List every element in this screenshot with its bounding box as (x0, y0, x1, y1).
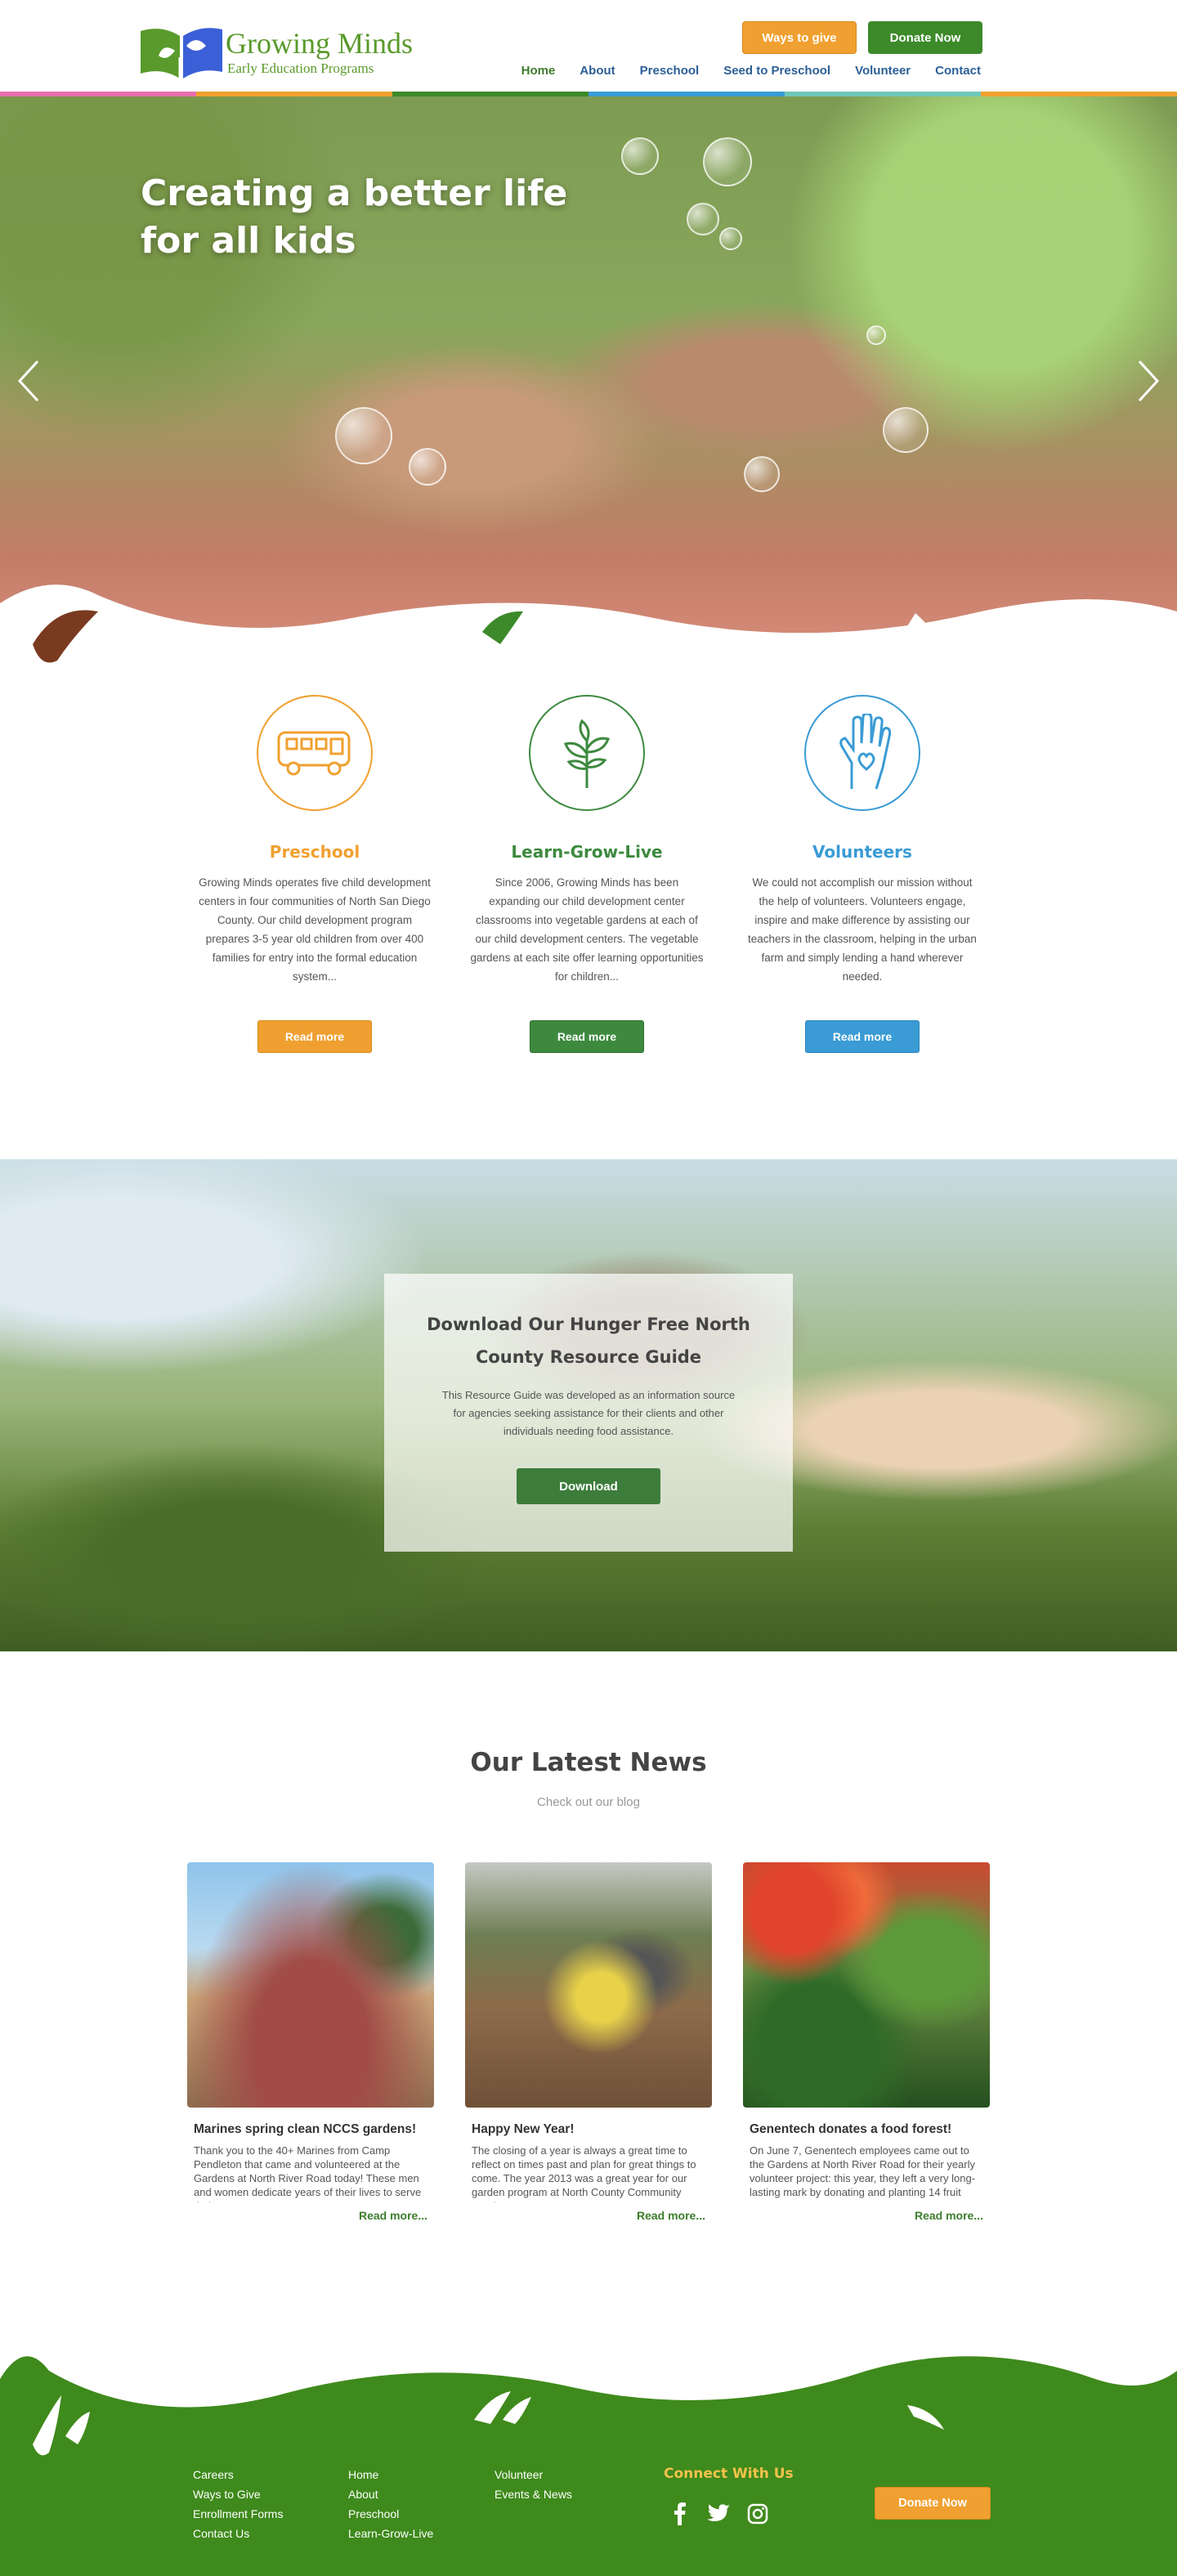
news-excerpt: On June 7, Genentech employees came out … (750, 2144, 976, 2202)
feature-title: Volunteers (812, 842, 912, 862)
feature-description: Since 2006, Growing Minds has been expan… (470, 876, 704, 983)
resource-guide-title: Download Our Hunger Free North County Re… (427, 1315, 750, 1367)
news-headline[interactable]: Genentech donates a food forest! (743, 2122, 990, 2137)
slider-prev-button[interactable] (13, 356, 46, 405)
bubble-decoration (335, 407, 392, 464)
site-logo[interactable]: Growing Minds Early Education Programs (139, 25, 413, 82)
site-footer (0, 2338, 1177, 2576)
footer-links-col-2: Home About Preschool Learn-Grow-Live (348, 2467, 433, 2541)
nav-item-home[interactable]: Home (521, 64, 556, 78)
bubble-decoration (866, 325, 886, 345)
footer-link-ways-to-give[interactable]: Ways to Give (193, 2487, 283, 2502)
main-nav: Home About Preschool Seed to Preschool V… (521, 64, 981, 78)
logo-tagline: Early Education Programs (227, 60, 374, 76)
news-section-subtitle: Check out our blog (537, 1795, 640, 1809)
learn-grow-live-read-more-button[interactable]: Read more (530, 1020, 644, 1053)
footer-donate-now-button[interactable]: Donate Now (875, 2487, 991, 2520)
footer-background (0, 2356, 1177, 2576)
footer-link-learn-grow-live[interactable]: Learn-Grow-Live (348, 2526, 433, 2541)
chevron-left-icon (17, 360, 39, 402)
bubble-decoration (703, 137, 752, 186)
news-read-more-link[interactable]: Read more... (187, 2209, 434, 2222)
news-excerpt: Thank you to the 40+ Marines from Camp P… (194, 2144, 422, 2202)
bubble-decoration (409, 448, 446, 486)
hand-heart-icon (839, 714, 891, 790)
feature-icon-circle (257, 695, 373, 811)
footer-link-enrollment-forms[interactable]: Enrollment Forms (193, 2507, 283, 2521)
plant-icon (564, 719, 610, 788)
news-card: Marines spring clean NCCS gardens! Thank… (187, 1862, 434, 2222)
resource-guide-banner: Download Our Hunger Free North County Re… (0, 1159, 1177, 1651)
news-read-more-link[interactable]: Read more... (743, 2209, 990, 2222)
news-image-genentech[interactable] (743, 1862, 990, 2108)
hero-wave-divider (0, 585, 1177, 669)
bubble-decoration (744, 456, 780, 492)
nav-item-volunteer[interactable]: Volunteer (855, 64, 911, 78)
footer-links-col-3: Volunteer Events & News (495, 2467, 572, 2502)
social-links (667, 2502, 770, 2526)
resource-guide-box: Download Our Hunger Free North County Re… (384, 1274, 793, 1552)
school-bus-icon (277, 731, 351, 776)
footer-link-volunteer[interactable]: Volunteer (495, 2467, 572, 2482)
site-header: Growing Minds Early Education Programs W… (0, 0, 1177, 96)
feature-title: Learn-Grow-Live (511, 842, 663, 862)
news-image-new-year[interactable] (465, 1862, 712, 2108)
news-section-title: Our Latest News (470, 1748, 707, 1777)
feature-volunteers: Volunteers We could not accomplish our m… (736, 695, 989, 1053)
chevron-right-icon (1138, 360, 1160, 402)
nav-item-seed-to-preschool[interactable]: Seed to Preschool (723, 64, 830, 78)
book-logo-icon (141, 28, 222, 78)
nav-item-preschool[interactable]: Preschool (640, 64, 700, 78)
bubble-decoration (719, 227, 742, 250)
resource-guide-description: This Resource Guide was developed as an … (441, 1389, 736, 1437)
footer-links-col-1: Careers Ways to Give Enrollment Forms Co… (193, 2467, 283, 2541)
bubble-decoration (883, 407, 929, 453)
nav-item-about[interactable]: About (580, 64, 615, 78)
news-read-more-link[interactable]: Read more... (465, 2209, 712, 2222)
news-headline[interactable]: Marines spring clean NCCS gardens! (187, 2122, 434, 2137)
hero-heading: Creating a better life for all kids (141, 172, 568, 262)
slider-next-button[interactable] (1131, 356, 1164, 405)
instagram-icon[interactable] (745, 2502, 770, 2526)
nav-item-contact[interactable]: Contact (935, 64, 981, 78)
feature-description: Growing Minds operates five child develo… (199, 876, 431, 983)
feature-icon-circle (529, 695, 645, 811)
hero-slider: Creating a better life for all kids (0, 96, 1177, 669)
bubble-decoration (621, 137, 659, 175)
connect-title: Connect With Us (664, 2466, 794, 2482)
preschool-read-more-button[interactable]: Read more (257, 1020, 372, 1053)
ways-to-give-button[interactable]: Ways to give (742, 21, 857, 54)
news-card: Happy New Year! The closing of a year is… (465, 1862, 712, 2222)
logo-title: Growing Minds (226, 27, 414, 60)
footer-link-home[interactable]: Home (348, 2467, 433, 2482)
download-button[interactable]: Download (517, 1468, 660, 1504)
feature-description: We could not accomplish our mission with… (748, 876, 977, 983)
bubble-decoration (687, 203, 719, 235)
volunteers-read-more-button[interactable]: Read more (805, 1020, 920, 1053)
news-image-marines[interactable] (187, 1862, 434, 2108)
feature-icon-circle (804, 695, 920, 811)
facebook-icon[interactable] (667, 2502, 691, 2526)
feature-learn-grow-live: Learn-Grow-Live Since 2006, Growing Mind… (460, 695, 714, 1053)
footer-link-careers[interactable]: Careers (193, 2467, 283, 2482)
feature-title: Preschool (269, 842, 360, 862)
twitter-icon[interactable] (706, 2502, 731, 2526)
footer-link-preschool[interactable]: Preschool (348, 2507, 433, 2521)
news-card: Genentech donates a food forest! On June… (743, 1862, 990, 2222)
footer-link-contact-us[interactable]: Contact Us (193, 2526, 283, 2541)
footer-link-events-news[interactable]: Events & News (495, 2487, 572, 2502)
news-excerpt: The closing of a year is always a great … (472, 2144, 696, 2202)
feature-preschool: Preschool Growing Minds operates five ch… (188, 695, 441, 1053)
footer-link-about[interactable]: About (348, 2487, 433, 2502)
news-headline[interactable]: Happy New Year! (465, 2122, 712, 2137)
donate-now-button[interactable]: Donate Now (868, 21, 982, 54)
